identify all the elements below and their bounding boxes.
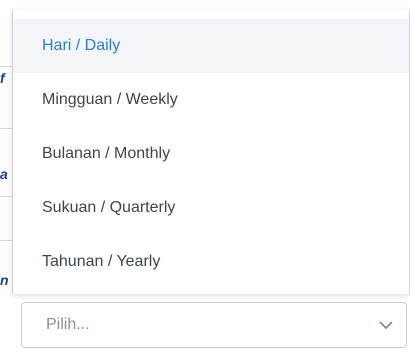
background-divider [0,66,12,67]
background-page: f a n [0,0,12,360]
background-text-fragment: f [0,70,5,86]
option-yearly[interactable]: Tahunan / Yearly [13,235,409,289]
background-text-fragment: n [0,272,9,288]
dropdown-menu: Hari / Daily Mingguan / Weekly Bulanan /… [12,10,410,294]
option-monthly[interactable]: Bulanan / Monthly [13,127,409,181]
select-placeholder: Pilih... [46,316,90,333]
option-daily[interactable]: Hari / Daily [13,19,409,73]
dropdown-option-list: Hari / Daily Mingguan / Weekly Bulanan /… [13,19,409,289]
background-divider [0,128,12,129]
background-divider [0,196,12,197]
background-text-fragment: a [0,166,8,182]
background-divider [0,240,12,241]
period-select[interactable]: Pilih... [21,302,407,348]
option-weekly[interactable]: Mingguan / Weekly [13,73,409,127]
option-quarterly[interactable]: Sukuan / Quarterly [13,181,409,235]
chevron-down-icon[interactable] [366,302,406,348]
